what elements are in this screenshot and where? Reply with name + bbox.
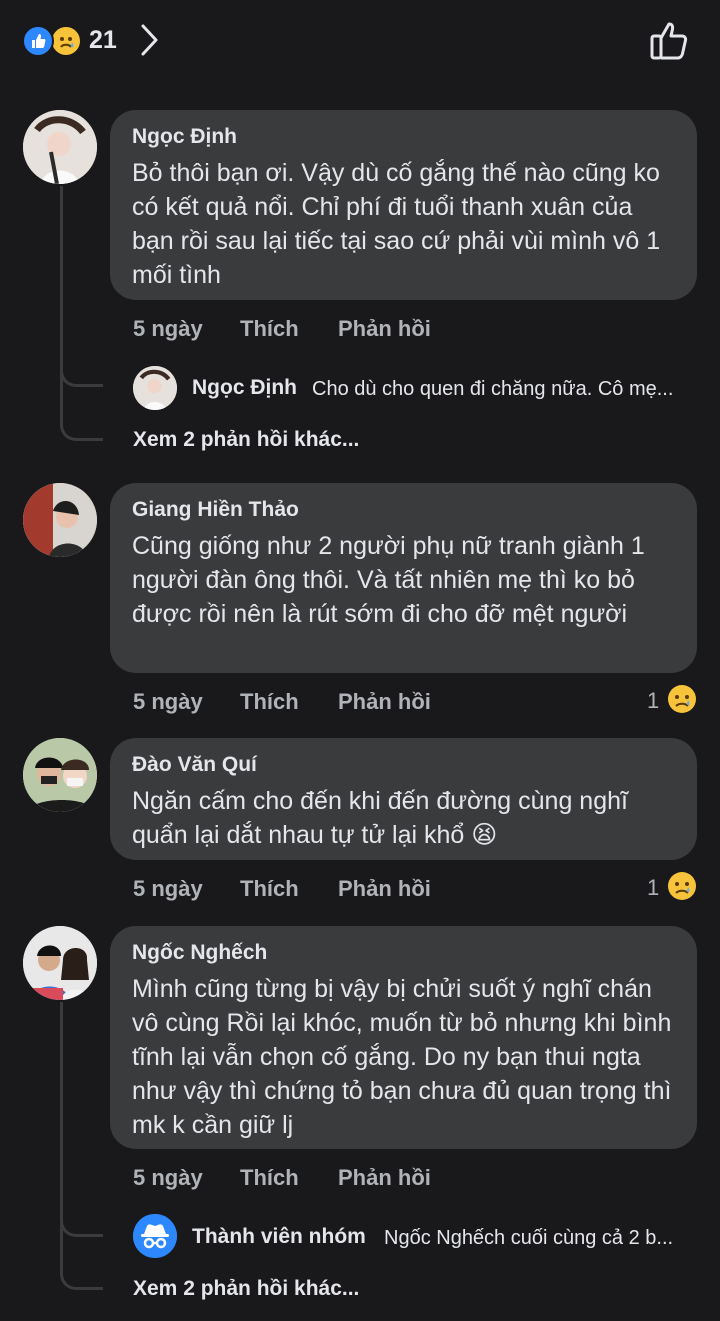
comment-author[interactable]: Ngốc Nghếch [132,940,675,966]
thread-connector [60,1263,103,1290]
comment-bubble[interactable]: Ngốc Nghếch Mình cũng từng bị vậy bị chử… [110,926,697,1149]
thread-line [60,1002,63,1275]
comment-author[interactable]: Giang Hiền Thảo [132,497,675,523]
reply-link[interactable]: Phản hồi [338,689,431,715]
avatar[interactable] [23,110,97,184]
sad-icon[interactable] [50,25,82,57]
comment-text: Cũng giống như 2 người phụ nữ tranh giàn… [132,532,645,628]
comment-text: Mình cũng từng bị vậy bị chửi suốt ý ngh… [132,975,672,1139]
view-more-replies-link[interactable]: Xem 2 phản hồi khác... [133,1277,359,1301]
like-link[interactable]: Thích [240,689,299,715]
chevron-right-icon[interactable] [138,22,162,63]
comment-time[interactable]: 5 ngày [133,876,203,902]
reaction-count[interactable]: 1 [647,688,659,714]
view-more-replies-link[interactable]: Xem 2 phản hồi khác... [133,428,359,452]
thread-connector [60,1210,103,1237]
reply-link[interactable]: Phản hồi [338,316,431,342]
reply-text[interactable]: Ngốc Nghếch cuối cùng cả 2 b... [384,1227,704,1250]
avatar[interactable] [23,738,97,812]
anonymous-member-icon[interactable] [133,1214,177,1258]
reaction-count[interactable]: 1 [647,875,659,901]
avatar[interactable] [23,483,97,557]
thread-connector [60,414,103,441]
thread-connector [60,360,103,387]
like-button-icon[interactable] [646,18,692,67]
comment-author[interactable]: Ngọc Định [132,124,675,150]
comment-bubble[interactable]: Giang Hiền Thảo Cũng giống như 2 người p… [110,483,697,673]
avatar[interactable] [133,366,177,410]
comment-author[interactable]: Đào Văn Quí [132,752,675,778]
like-link[interactable]: Thích [240,876,299,902]
comment-time[interactable]: 5 ngày [133,689,203,715]
reply-author[interactable]: Ngọc Định [192,376,297,400]
comment-bubble[interactable]: Đào Văn Quí Ngăn cấm cho đến khi đến đườ… [110,738,697,860]
reply-link[interactable]: Phản hồi [338,876,431,902]
avatar[interactable] [23,926,97,1000]
reply-text[interactable]: Cho dù cho quen đi chăng nữa. Cô mẹ... [312,378,702,401]
comment-bubble[interactable]: Ngọc Định Bỏ thôi bạn ơi. Vậy dù cố gắng… [110,110,697,300]
sad-icon[interactable] [667,871,697,901]
reaction-count[interactable]: 21 [89,26,117,55]
like-link[interactable]: Thích [240,316,299,342]
comment-time[interactable]: 5 ngày [133,1165,203,1191]
comment-text: Bỏ thôi bạn ơi. Vậy dù cố gắng thế nào c… [132,159,661,289]
like-icon[interactable] [22,25,54,57]
comment-text: Ngăn cấm cho đến khi đến đường cùng nghĩ… [132,787,628,849]
thread-line [60,186,63,426]
reply-link[interactable]: Phản hồi [338,1165,431,1191]
reaction-bar: 21 [0,0,720,80]
sad-icon[interactable] [667,684,697,714]
comment-time[interactable]: 5 ngày [133,316,203,342]
like-link[interactable]: Thích [240,1165,299,1191]
reply-author[interactable]: Thành viên nhóm [192,1225,366,1249]
